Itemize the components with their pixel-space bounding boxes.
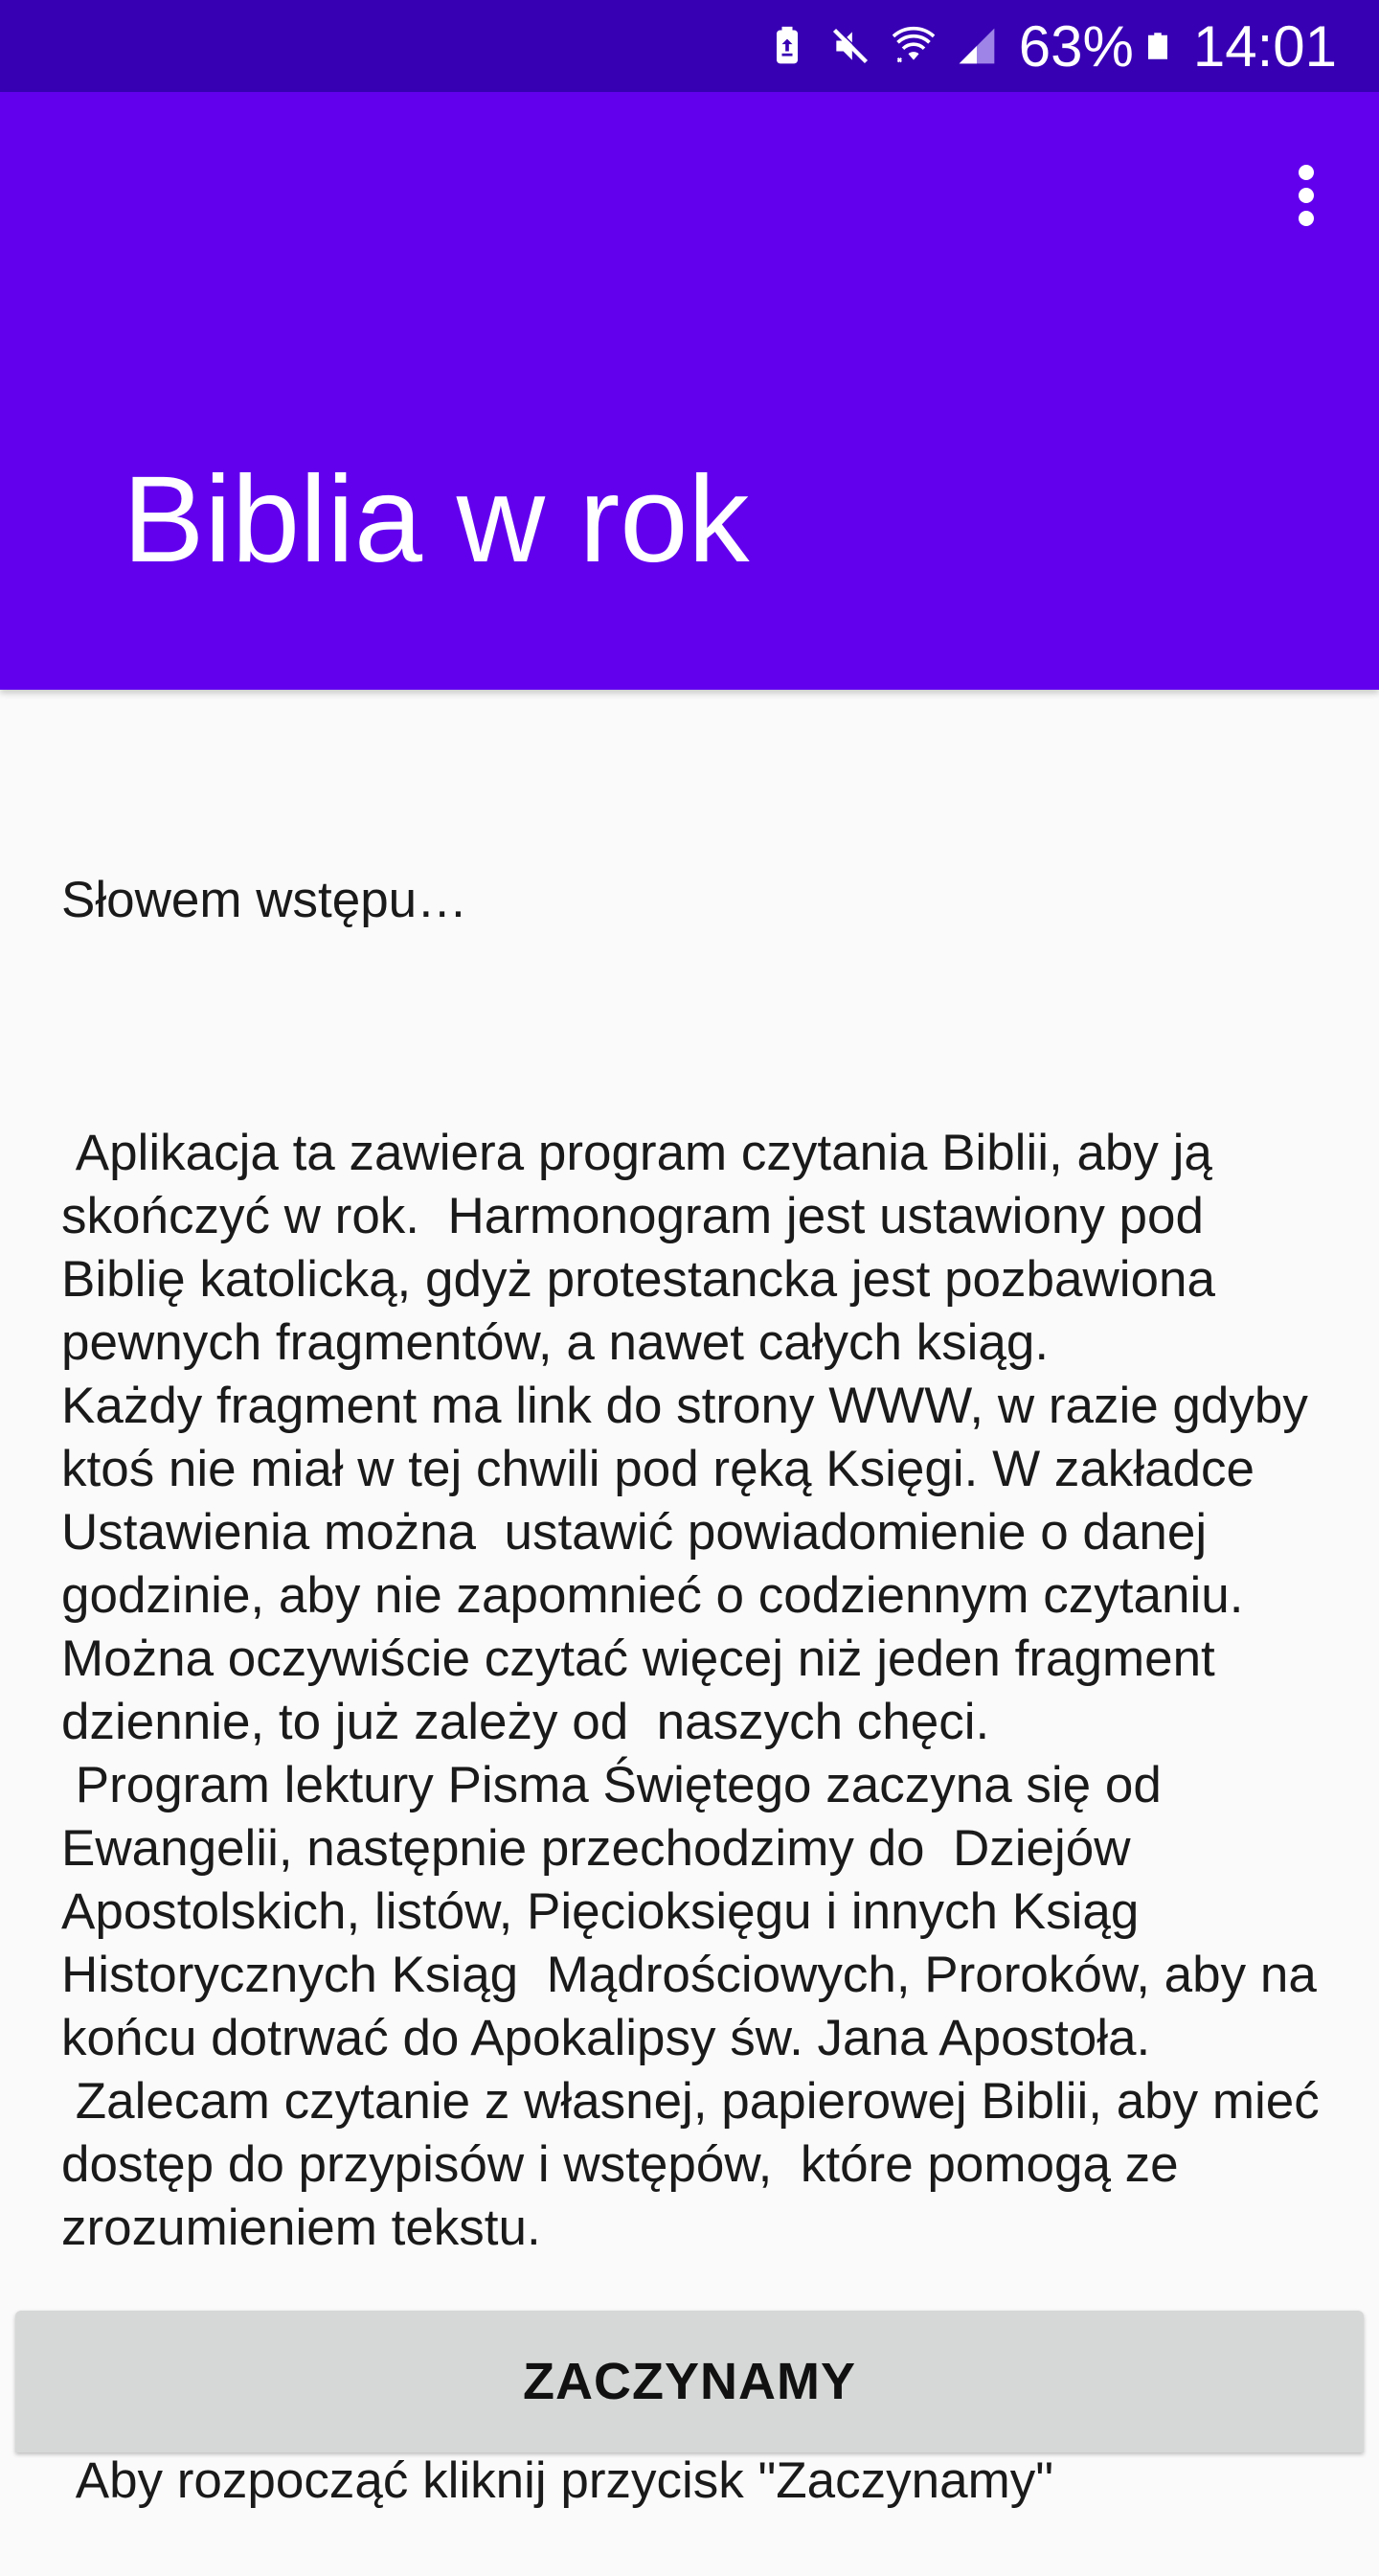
intro-content: Słowem wstępu… Aplikacja ta zawiera prog… [61,742,1325,2576]
start-button[interactable]: ZACZYNAMY [15,2311,1364,2452]
more-vert-icon [1299,165,1314,226]
clock: 14:01 [1192,13,1337,79]
signal-icon [959,28,995,64]
battery-percent: 63% [1018,13,1134,79]
status-bar: 63% 14:01 [0,0,1379,92]
app-title: Biblia w rok [123,451,750,588]
overflow-menu-button[interactable] [1260,149,1352,241]
battery-saver-icon [776,26,798,64]
mute-icon [832,27,869,64]
battery-icon [1147,33,1167,59]
status-icons: 63% 14:01 [766,0,1337,92]
intro-heading: Słowem wstępu… [61,872,468,928]
wifi-icon [892,26,935,63]
app-bar: Biblia w rok [0,92,1379,690]
intro-cta-text: Aby rozpocząć kliknij przycisk "Zaczynam… [61,2452,1054,2509]
intro-body: Aplikacja ta zawiera program czytania Bi… [61,1125,1320,2256]
